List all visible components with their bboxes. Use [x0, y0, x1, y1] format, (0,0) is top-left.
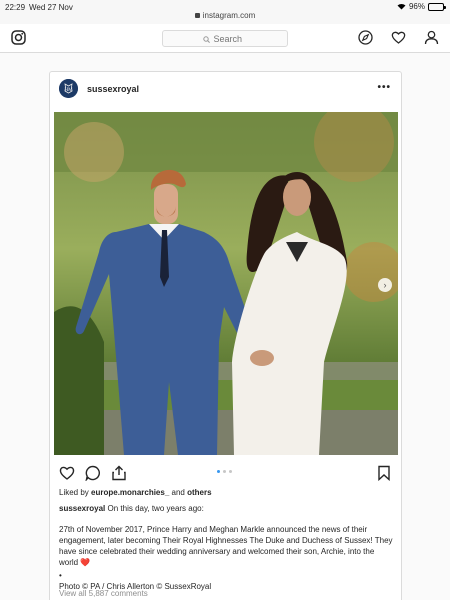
comment-icon[interactable]: [85, 465, 101, 482]
avatar[interactable]: HM: [59, 79, 78, 98]
caption-body: 27th of November 2017, Prince Harry and …: [59, 525, 393, 567]
address-bar[interactable]: instagram.com: [0, 11, 450, 20]
likes-line: Liked by europe.monarchies_ and others: [59, 488, 212, 497]
heart-icon[interactable]: [391, 30, 406, 45]
search-box[interactable]: [162, 30, 288, 47]
post-header: HM sussexroyal •••: [50, 72, 401, 109]
post-actions: [50, 462, 401, 486]
carousel-dot: [229, 470, 232, 473]
profile-icon[interactable]: [424, 30, 439, 45]
battery-icon: [428, 2, 446, 11]
carousel-dot: [223, 470, 226, 473]
post-caption: sussexroyal On this day, two years ago: …: [59, 503, 394, 592]
caption-intro: On this day, two years ago:: [107, 504, 204, 513]
status-bar: 22:29 Wed 27 Nov instagram.com 96%: [0, 0, 450, 24]
search-icon: [202, 30, 210, 48]
url-text: instagram.com: [202, 11, 256, 20]
likes-and: and: [171, 488, 185, 497]
post-username[interactable]: sussexroyal: [87, 84, 139, 94]
carousel-next-button[interactable]: ›: [378, 278, 392, 292]
more-options-icon[interactable]: •••: [377, 82, 391, 93]
svg-text:HM: HM: [64, 88, 73, 93]
caption-bullet: •: [59, 571, 62, 580]
lock-icon: [194, 13, 200, 18]
battery-percent: 96%: [408, 2, 425, 11]
compass-icon[interactable]: [358, 30, 373, 45]
like-heart-icon[interactable]: [59, 465, 75, 481]
wifi-icon: [397, 3, 406, 10]
post-photo[interactable]: ›: [54, 112, 398, 455]
carousel-dots: [217, 470, 232, 473]
share-icon[interactable]: [111, 465, 127, 481]
likes-others-link[interactable]: others: [187, 488, 211, 497]
caption-username[interactable]: sussexroyal: [59, 504, 105, 513]
bookmark-icon[interactable]: [376, 465, 392, 482]
search-input[interactable]: [213, 33, 248, 44]
feed-post: HM sussexroyal ••• › Liked by europe.mon…: [49, 71, 402, 600]
liked-by-user-link[interactable]: europe.monarchies_: [91, 488, 169, 497]
instagram-logo-icon[interactable]: [11, 30, 26, 50]
carousel-dot: [217, 470, 220, 473]
top-nav: [0, 24, 450, 53]
view-comments-link[interactable]: View all 5,887 comments: [59, 589, 148, 598]
likes-prefix: Liked by: [59, 488, 89, 497]
